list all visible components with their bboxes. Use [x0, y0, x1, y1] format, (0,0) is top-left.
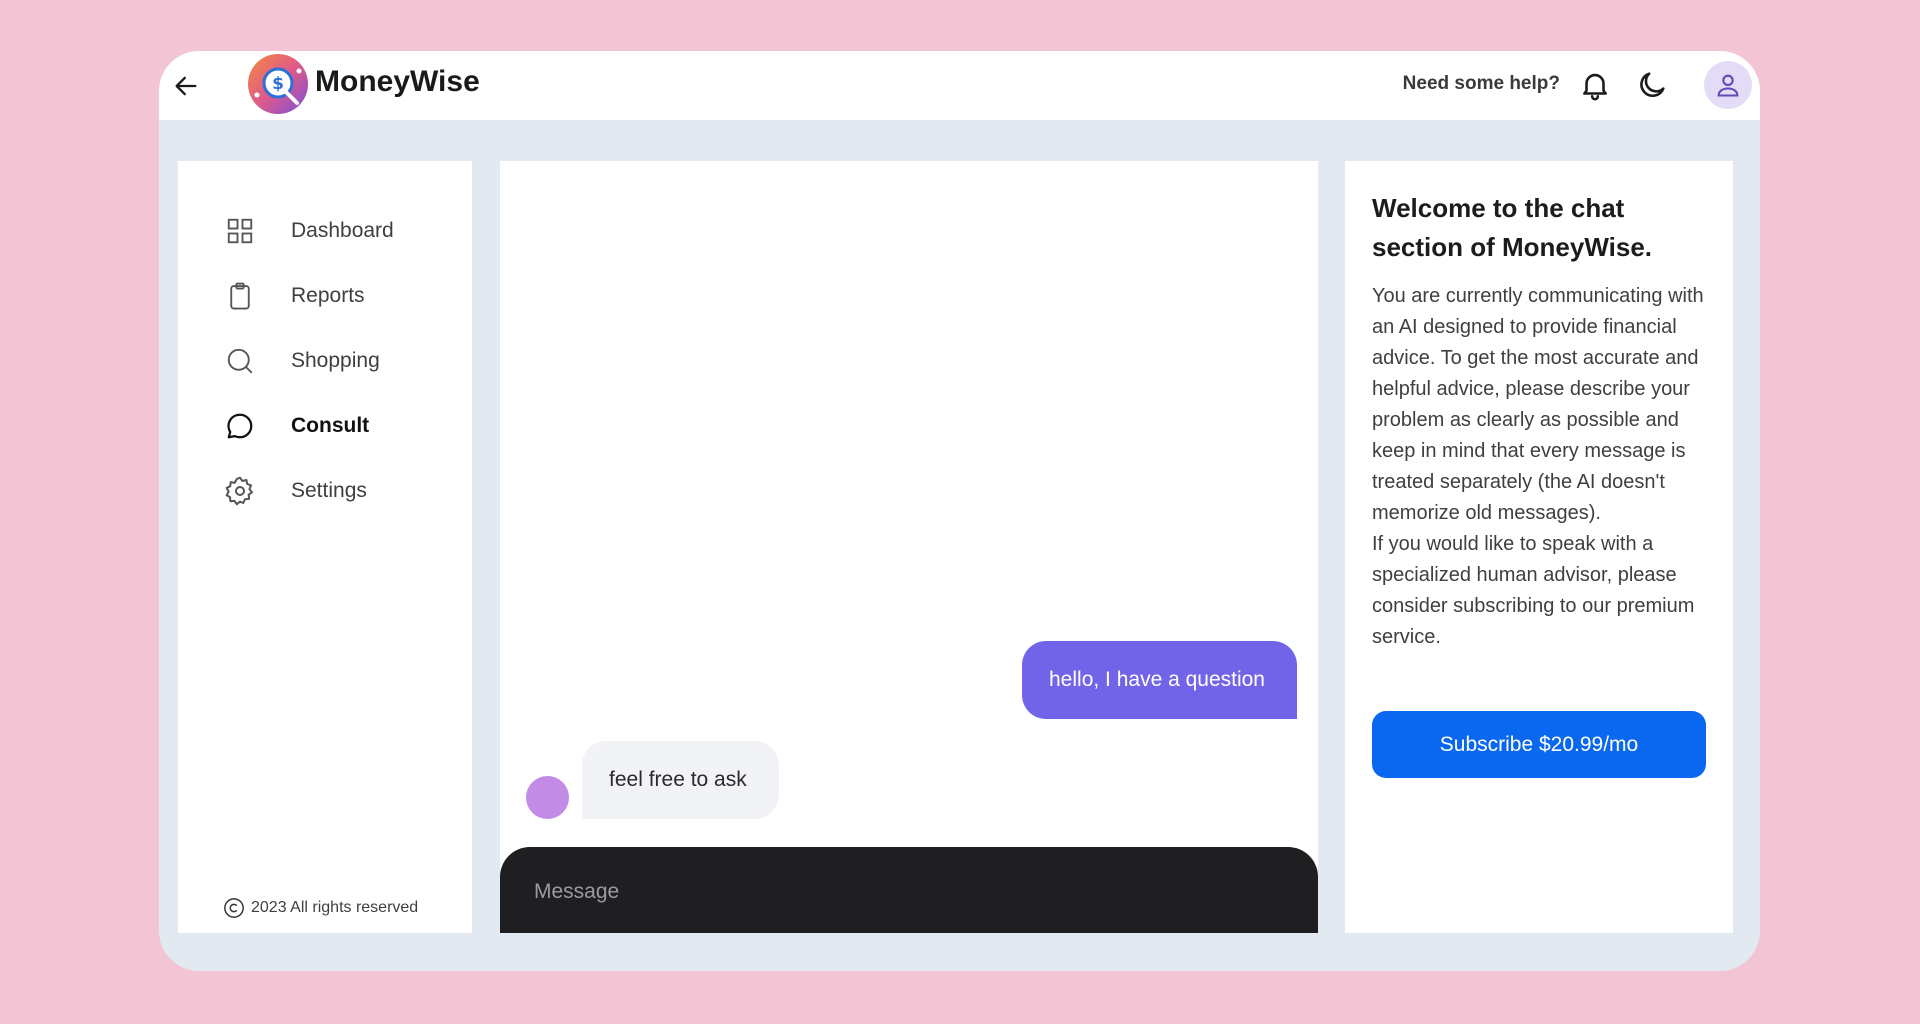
- sidebar-item-label: Dashboard: [291, 219, 394, 242]
- bot-avatar: [526, 776, 569, 819]
- sidebar-item-label: Shopping: [291, 349, 380, 372]
- user-message-bubble: hello, I have a question: [1022, 641, 1297, 719]
- sidebar-item-settings[interactable]: Settings: [223, 466, 463, 516]
- bell-icon[interactable]: [1578, 68, 1612, 102]
- sidebar: Dashboard Reports Shopping Consult Setti…: [178, 161, 472, 933]
- sidebar-item-shopping[interactable]: Shopping: [223, 336, 463, 386]
- copyright-footer: 2023 All rights reserved: [223, 897, 418, 919]
- info-title: Welcome to the chat section of MoneyWise…: [1372, 193, 1653, 262]
- search-icon: [223, 344, 257, 378]
- moon-icon[interactable]: [1635, 68, 1669, 102]
- info-panel: Welcome to the chat section of MoneyWise…: [1345, 161, 1733, 933]
- subscribe-button[interactable]: Subscribe $20.99/mo: [1372, 711, 1706, 778]
- sidebar-item-dashboard[interactable]: Dashboard: [223, 206, 463, 256]
- moneywise-logo-icon: $: [248, 54, 308, 114]
- top-bar: $ MoneyWise Need some help?: [159, 51, 1760, 120]
- user-icon: [1717, 74, 1739, 97]
- message-composer: [500, 847, 1318, 933]
- brand-name: MoneyWise: [315, 65, 480, 98]
- clipboard-icon: [223, 279, 257, 313]
- sidebar-item-label: Settings: [291, 479, 367, 502]
- help-link[interactable]: Need some help?: [1403, 73, 1560, 95]
- sidebar-item-reports[interactable]: Reports: [223, 271, 463, 321]
- chat-panel: hello, I have a question feel free to as…: [500, 161, 1318, 933]
- sidebar-item-consult[interactable]: Consult: [223, 401, 463, 451]
- chat-bubble-icon: [223, 409, 257, 443]
- message-input[interactable]: [532, 871, 1276, 913]
- sidebar-item-label: Reports: [291, 284, 365, 307]
- copyright-icon: [224, 898, 244, 918]
- bot-message-bubble: feel free to ask: [582, 741, 779, 819]
- app-window: $ MoneyWise Need some help? Dashboard Re…: [159, 51, 1760, 971]
- copyright-text: 2023 All rights reserved: [251, 899, 419, 916]
- info-description: You are currently communicating with an …: [1372, 285, 1704, 648]
- sidebar-item-label: Consult: [291, 414, 370, 437]
- back-arrow-icon[interactable]: [172, 72, 200, 100]
- grid-icon: [223, 214, 257, 248]
- gear-icon: [223, 474, 257, 508]
- profile-button[interactable]: [1704, 61, 1752, 109]
- svg-text:$: $: [272, 74, 284, 94]
